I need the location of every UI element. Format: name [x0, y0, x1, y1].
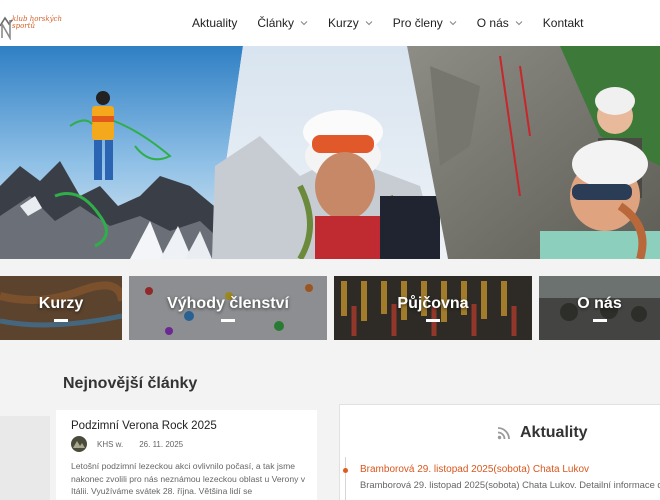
nav-item-kurzy[interactable]: Kurzy	[328, 0, 373, 46]
news-panel: Aktuality Bramborová 29. listopad 2025(s…	[339, 404, 660, 500]
nav-label: Pro členy	[392, 16, 443, 30]
tile-pujcovna[interactable]: Půjčovna	[334, 276, 532, 340]
rss-icon	[497, 427, 510, 440]
site-header: klub horských sportů Aktuality Články Ku…	[0, 0, 660, 46]
tile-label: Kurzy	[38, 294, 84, 312]
chevron-down-icon	[515, 21, 523, 26]
avatar	[71, 436, 87, 452]
article-meta: KHS w. 26. 11. 2025	[71, 436, 183, 452]
hero-image	[0, 46, 660, 259]
news-dot	[343, 468, 348, 473]
news-item-text: Bramborová 29. listopad 2025(sobota) Cha…	[360, 479, 660, 490]
nav-item-pro-cleny[interactable]: Pro členy	[393, 0, 457, 46]
article-date: 26. 11. 2025	[139, 439, 184, 449]
chevron-down-icon	[300, 21, 308, 26]
nav-label: Kontakt	[542, 16, 584, 30]
article-card[interactable]: Podzimní Verona Rock 2025 KHS w. 26. 11.…	[56, 410, 317, 500]
tile-underline	[592, 318, 607, 322]
hero-collage	[0, 46, 660, 259]
article-thumbnail[interactable]	[0, 416, 50, 500]
news-header: Aktuality	[497, 424, 588, 442]
tile-kurzy[interactable]: Kurzy	[0, 276, 122, 340]
tile-underline	[54, 318, 68, 322]
nav-label: Kurzy	[328, 16, 359, 30]
news-timeline	[345, 457, 346, 500]
chevron-down-icon	[365, 21, 373, 26]
nav-item-clanky[interactable]: Články	[257, 0, 308, 46]
article-excerpt: Letošní podzimní lezeckou akci ovlivnilo…	[71, 461, 306, 497]
nav-item-o-nas[interactable]: O nás	[477, 0, 523, 46]
logo-text: klub horských sportů	[12, 15, 62, 30]
main-nav: Aktuality Články Kurzy Pro členy O nás K…	[192, 0, 603, 46]
tile-label: O nás	[577, 294, 622, 312]
tile-underline	[426, 318, 440, 322]
nav-label: Články	[257, 16, 295, 30]
tile-vyhody-clenstvi[interactable]: Výhody členství	[129, 276, 327, 340]
nav-item-kontakt[interactable]: Kontakt	[543, 0, 584, 46]
section-title-latest-articles: Nejnovější články	[63, 375, 198, 392]
tile-underline	[221, 318, 235, 322]
article-author: KHS w.	[97, 439, 124, 449]
nav-label: O nás	[476, 16, 509, 30]
tile-o-nas[interactable]: O nás	[539, 276, 660, 340]
news-title: Aktuality	[520, 424, 588, 441]
news-item-link[interactable]: Bramborová 29. listopad 2025(sobota) Cha…	[360, 464, 589, 475]
nav-label: Aktuality	[192, 16, 238, 30]
tile-label: Půjčovna	[397, 294, 469, 312]
chevron-down-icon	[449, 21, 457, 26]
article-title[interactable]: Podzimní Verona Rock 2025	[71, 420, 217, 432]
nav-item-aktuality[interactable]: Aktuality	[192, 0, 237, 46]
tile-label: Výhody členství	[167, 294, 289, 312]
